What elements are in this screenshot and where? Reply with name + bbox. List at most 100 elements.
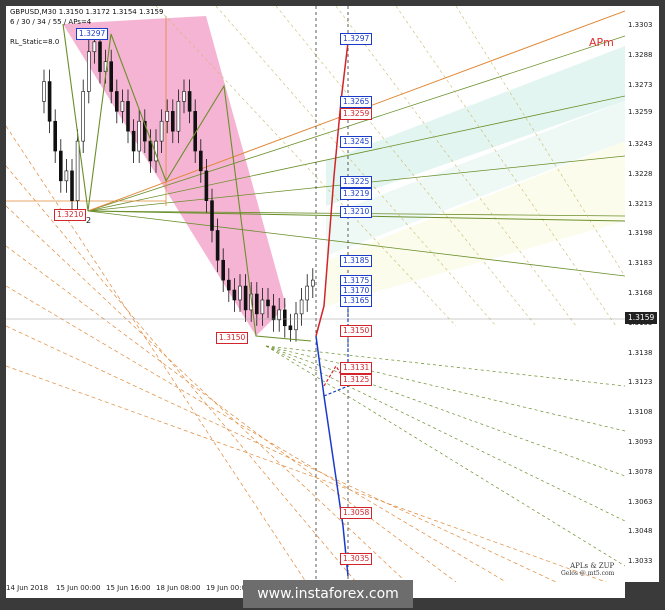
fan-line [265,345,625,522]
candle-body [159,120,164,142]
candle-body [75,140,80,201]
candle-body [310,279,315,287]
candle-body [70,170,74,201]
price-axis: 1.3303 1.3288 1.3273 1.3259 1.3243 1.3228 1.32… [625,6,659,582]
current-price-badge: 1.3159 [625,312,658,324]
candle-body [238,285,242,301]
candle-body [305,285,310,301]
y-tick: 1.3183 [628,259,653,268]
candle-body [165,111,169,122]
candle-body [227,279,231,291]
chart-canvas [6,6,625,582]
price-label: 1.3210 [54,209,87,221]
candle-body [64,170,69,182]
candle-body [171,111,175,132]
pivot-label: 2 [86,216,92,225]
candle-body [126,101,130,132]
price-label: 1.3245 [340,136,373,149]
candle-body [182,91,186,102]
candle-body [288,325,293,331]
price-label: 1.3165 [340,294,373,307]
price-label: 1.3259 [340,108,373,121]
y-tick: 1.3198 [628,229,653,238]
params-line: 6 / 30 / 34 / 55 / APs=4 [10,18,92,26]
candle-body [299,299,304,315]
price-label: 1.3297 [76,28,109,40]
fan-line [6,245,457,582]
candle-body [294,313,298,331]
candle-body [47,81,52,122]
price-label: 1.3035 [340,553,373,566]
candle-body [215,230,220,261]
candle-body [187,91,192,112]
price-label: 1.3210 [340,205,373,218]
y-tick: 1.3243 [628,140,653,149]
candle-body [42,81,46,102]
fan-line [6,365,607,582]
y-tick: 1.3168 [628,289,653,297]
y-tick: 1.3138 [628,348,653,357]
candle-body [282,309,287,327]
candle-body [92,41,97,53]
candle-body [176,101,181,132]
plot-area: GBPUSD,M30 1.3150 1.3172 1.3154 1.3159 6… [6,6,625,582]
candle-body [148,140,153,162]
x-tick: 14 Jun 2018 [6,584,49,592]
y-tick: 1.3259 [628,108,653,117]
price-label: 1.3150 [216,332,249,344]
y-tick: 1.3048 [628,527,653,536]
x-tick: 18 Jun 08:00 [156,584,201,592]
y-tick: 1.3288 [628,50,653,59]
candle-body [131,130,136,152]
candle-body [210,200,214,231]
y-tick: 1.3273 [628,80,653,89]
indicator-line: RL_Static=8.0 [10,38,60,46]
fan-line [265,345,625,432]
price-label: 1.3131 [340,362,373,375]
candle-body [277,309,282,321]
price-label: 1.3219 [340,187,373,200]
candle-body [53,120,58,152]
candle-body [232,289,237,301]
candle-body [266,299,270,307]
y-tick: 1.3093 [628,437,653,446]
candle-body [98,41,102,72]
credits: APLs & ZUP Gelos @ mt5.com [561,562,614,577]
apm-label: APm [589,36,614,49]
watermark-banner[interactable]: www.instaforex.com [243,580,413,608]
candle-body [137,120,141,152]
candle-body [260,299,265,315]
y-tick: 1.3033 [628,557,653,566]
candle-body [243,285,248,311]
y-tick: 1.3228 [628,169,653,178]
x-tick: 15 Jun 00:00 [56,584,101,592]
fan-line [265,345,625,567]
candle-body [81,91,85,142]
y-tick: 1.3108 [628,408,653,417]
price-label: 1.3225 [340,175,373,188]
y-tick: 1.3303 [628,20,653,29]
y-tick: 1.3078 [628,467,653,476]
candle-body [221,259,225,281]
credits-line-1: APLs & ZUP [570,562,615,570]
candle-body [204,170,209,201]
price-label: 1.3058 [340,507,373,520]
price-label: 1.3125 [340,374,373,387]
price-label: 1.3297 [340,32,373,45]
symbol-line: GBPUSD,M30 1.3150 1.3172 1.3154 1.3159 [10,8,164,16]
candle-body [271,305,276,321]
candle-body [109,61,113,92]
candle-body [58,150,63,182]
candle-body [120,101,125,112]
y-tick: 1.3213 [628,199,653,208]
candle-body [115,91,119,112]
y-tick: 1.3063 [628,497,653,506]
fan-line [6,125,307,582]
price-label: 1.3185 [340,255,373,268]
price-label: 1.3150 [340,324,373,337]
x-tick: 15 Jun 16:00 [106,584,151,592]
credits-line-2: Gelos @ mt5.com [561,570,615,577]
candle-body [255,293,259,315]
fan-line [6,165,357,582]
y-tick: 1.3123 [628,378,653,387]
